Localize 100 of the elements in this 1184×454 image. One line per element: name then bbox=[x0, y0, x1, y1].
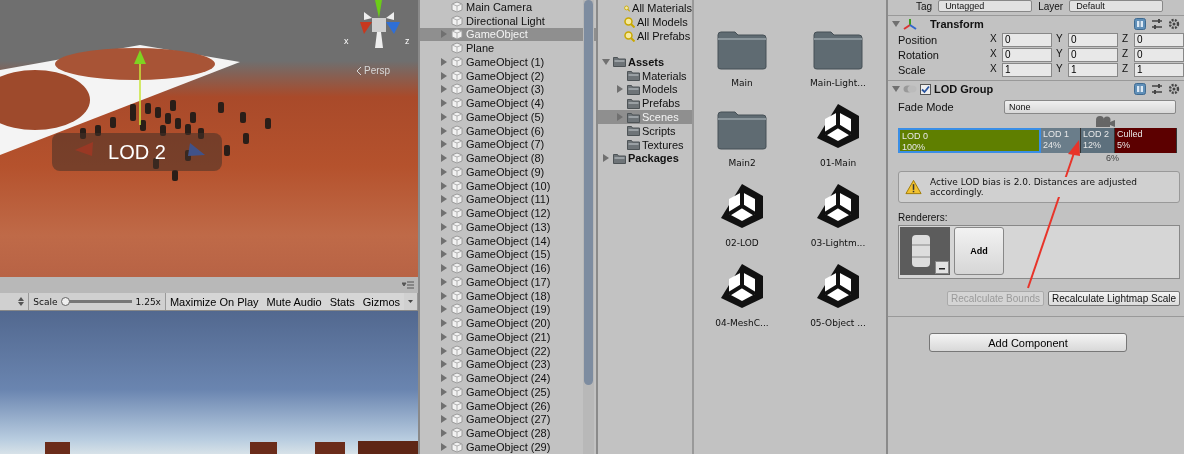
hierarchy-item[interactable]: GameObject (26) bbox=[420, 398, 596, 413]
projection-label[interactable]: Persp bbox=[364, 65, 391, 76]
favorite-search-item[interactable]: All Prefabs bbox=[598, 29, 692, 43]
search-icon bbox=[624, 2, 631, 14]
expanded-arrow-icon[interactable] bbox=[892, 20, 900, 28]
hierarchy-item[interactable]: GameObject (16) bbox=[420, 261, 596, 275]
lod-segment[interactable]: LOD 1 24% bbox=[1041, 128, 1081, 153]
hierarchy-item[interactable]: GameObject (22) bbox=[420, 343, 596, 358]
hierarchy-item[interactable]: GameObject (5) bbox=[420, 110, 596, 124]
tag-dropdown[interactable]: Untagged bbox=[938, 0, 1033, 12]
favorite-search-item[interactable]: All Materials bbox=[598, 1, 692, 15]
hierarchy-item[interactable]: Main Camera bbox=[420, 0, 596, 14]
collapsed-arrow-icon[interactable] bbox=[616, 85, 624, 94]
number-field[interactable]: 0 bbox=[1134, 32, 1184, 47]
toolbar-toggle[interactable]: Stats bbox=[325, 293, 359, 310]
number-field[interactable]: 1 bbox=[1002, 62, 1052, 77]
caret-icon[interactable] bbox=[408, 300, 413, 303]
hierarchy-item[interactable]: GameObject (15) bbox=[420, 247, 596, 262]
asset-item[interactable]: 01-Main bbox=[790, 92, 886, 172]
asset-item[interactable]: 03-Lightm... bbox=[790, 172, 886, 252]
number-field[interactable]: 0 bbox=[1002, 47, 1052, 62]
gear-icon[interactable] bbox=[1168, 83, 1180, 95]
folder-tree-item[interactable]: Scripts bbox=[598, 124, 692, 138]
folder-icon bbox=[627, 125, 640, 137]
hierarchy-item[interactable]: GameObject (11) bbox=[420, 192, 596, 207]
scrollbar[interactable] bbox=[583, 0, 594, 454]
toolbar-toggle[interactable]: Maximize On Play bbox=[165, 293, 263, 310]
hierarchy-item[interactable]: GameObject (24) bbox=[420, 371, 596, 385]
hierarchy-item[interactable]: Directional Light bbox=[420, 13, 596, 28]
asset-item[interactable]: 02-LOD bbox=[694, 172, 790, 252]
folder-tree-item[interactable]: Materials bbox=[598, 68, 692, 83]
hierarchy-item[interactable]: GameObject (13) bbox=[420, 220, 596, 234]
expanded-arrow-icon[interactable] bbox=[602, 57, 610, 66]
renderer-slot[interactable] bbox=[900, 227, 950, 275]
hierarchy-item[interactable]: GameObject (17) bbox=[420, 275, 596, 289]
preset-sliders-icon[interactable] bbox=[1151, 18, 1163, 30]
lod-segment[interactable]: LOD 2 12% bbox=[1081, 128, 1115, 153]
recalculate-button[interactable]: Recalculate Lightmap Scale bbox=[1048, 291, 1180, 306]
gear-icon[interactable] bbox=[1168, 18, 1180, 30]
number-field[interactable]: 1 bbox=[1068, 62, 1118, 77]
add-component-button[interactable]: Add Component bbox=[929, 333, 1127, 352]
collapsed-arrow-icon[interactable] bbox=[602, 154, 610, 163]
hierarchy-item[interactable]: GameObject (9) bbox=[420, 165, 596, 179]
asset-item[interactable]: 05-Object ... bbox=[790, 252, 886, 332]
hierarchy-item[interactable]: GameObject (1) bbox=[420, 55, 596, 69]
toolbar-toggle[interactable]: Mute Audio bbox=[262, 293, 326, 310]
hierarchy-item[interactable]: GameObject (10) bbox=[420, 178, 596, 193]
gizmos-button[interactable]: Gizmos bbox=[358, 293, 404, 310]
add-renderer-button[interactable]: Add bbox=[954, 227, 1004, 275]
hierarchy-item[interactable]: GameObject (3) bbox=[420, 82, 596, 97]
favorite-search-item[interactable]: All Models bbox=[598, 15, 692, 29]
number-field[interactable]: 1 bbox=[1134, 62, 1184, 77]
hierarchy-item[interactable]: GameObject (25) bbox=[420, 385, 596, 399]
hierarchy-item[interactable]: GameObject (7) bbox=[420, 137, 596, 152]
dropdown-icon[interactable] bbox=[18, 297, 25, 306]
asset-item[interactable]: Main2 bbox=[694, 92, 790, 172]
number-field[interactable]: 0 bbox=[1002, 32, 1052, 47]
remove-button[interactable] bbox=[935, 261, 949, 274]
collapsed-arrow-icon[interactable] bbox=[616, 113, 624, 122]
hierarchy-item[interactable]: GameObject (28) bbox=[420, 426, 596, 440]
checkbox[interactable] bbox=[920, 83, 931, 95]
hierarchy-item[interactable]: GameObject (12) bbox=[420, 206, 596, 220]
asset-item[interactable]: 04-MeshC... bbox=[694, 252, 790, 332]
folder-tree-item[interactable]: Textures bbox=[598, 137, 692, 152]
asset-item[interactable]: Main bbox=[694, 12, 790, 92]
hierarchy-item[interactable]: GameObject (29) bbox=[420, 440, 596, 454]
collapsed-arrow-icon[interactable] bbox=[440, 30, 448, 39]
folder-tree-item[interactable]: Assets bbox=[598, 55, 692, 69]
hierarchy-item[interactable]: GameObject (2) bbox=[420, 68, 596, 83]
fade-mode-dropdown[interactable]: None bbox=[1004, 100, 1176, 114]
hierarchy-item[interactable]: Plane bbox=[420, 41, 596, 55]
lod-segment[interactable]: LOD 0 100% bbox=[898, 128, 1041, 153]
hierarchy-item[interactable]: GameObject (21) bbox=[420, 330, 596, 344]
hierarchy-item[interactable]: GameObject (18) bbox=[420, 288, 596, 303]
expanded-arrow-icon[interactable] bbox=[892, 85, 900, 93]
folder-tree-item[interactable]: Packages bbox=[598, 151, 692, 166]
hierarchy-item[interactable]: GameObject (20) bbox=[420, 316, 596, 330]
unity-cube-icon bbox=[815, 182, 861, 230]
slider-thumb[interactable] bbox=[60, 297, 70, 306]
scale-slider[interactable] bbox=[61, 297, 132, 306]
folder-icon bbox=[627, 97, 640, 109]
hierarchy-item[interactable]: GameObject (23) bbox=[420, 357, 596, 372]
preset-sliders-icon[interactable] bbox=[1151, 83, 1163, 95]
hierarchy-item[interactable]: GameObject (19) bbox=[420, 302, 596, 317]
number-field[interactable]: 0 bbox=[1068, 32, 1118, 47]
hierarchy-item[interactable]: GameObject (8) bbox=[420, 151, 596, 165]
hierarchy-item[interactable]: GameObject (14) bbox=[420, 233, 596, 248]
layer-dropdown[interactable]: Default bbox=[1069, 0, 1164, 12]
folder-tree-item[interactable]: Prefabs bbox=[598, 96, 692, 111]
lod-segment[interactable]: Culled 5% bbox=[1115, 128, 1177, 153]
scene-viewport[interactable]: LOD 2 x z Persp bbox=[0, 0, 418, 277]
number-field[interactable]: 0 bbox=[1134, 47, 1184, 62]
hierarchy-item[interactable]: GameObject (6) bbox=[420, 123, 596, 138]
asset-item[interactable]: Main-Light... bbox=[790, 12, 886, 92]
scrollbar-thumb[interactable] bbox=[584, 0, 593, 385]
menu-icon[interactable] bbox=[402, 281, 414, 289]
hierarchy-item[interactable]: GameObject (27) bbox=[420, 412, 596, 427]
number-field[interactable]: 0 bbox=[1068, 47, 1118, 62]
folder-tree-item[interactable]: Models bbox=[598, 82, 692, 97]
hierarchy-item[interactable]: GameObject (4) bbox=[420, 96, 596, 110]
